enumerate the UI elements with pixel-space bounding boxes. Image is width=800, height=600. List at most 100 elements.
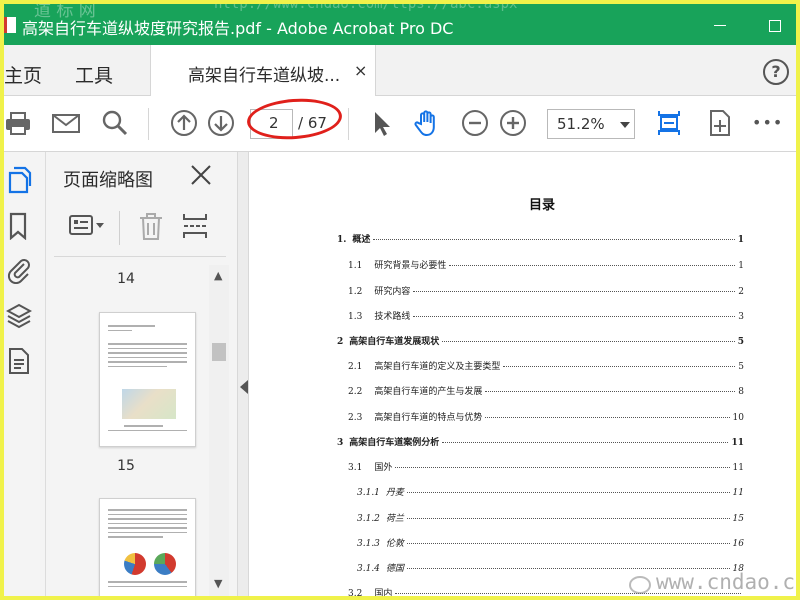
toc-entry[interactable]: 2.2 高架自行车道的产生与发展 8: [348, 384, 744, 397]
insert-page-icon[interactable]: [180, 212, 210, 240]
toc-entry[interactable]: 1.3 技术路线 3: [348, 309, 744, 322]
fit-page-icon[interactable]: [654, 108, 684, 138]
toc-entry-page: 5: [738, 362, 744, 372]
zoom-out-icon[interactable]: [460, 108, 490, 138]
tab-bar: 主页 工具 高架自行车道纵坡... × ?: [4, 45, 796, 96]
toc-entry-number: 3.2: [348, 589, 363, 596]
toc-entry[interactable]: 1.1 研究背景与必要性 1: [348, 258, 744, 271]
toc-leader-dots: [406, 492, 730, 493]
select-arrow-icon[interactable]: [366, 108, 396, 138]
toc-entry-text: 高架自行车道的产生与发展: [374, 387, 483, 397]
previous-page-icon[interactable]: [169, 108, 199, 138]
toc-entry-text: 国内: [374, 589, 393, 596]
scroll-mode-icon[interactable]: [704, 108, 734, 138]
toc-entry-text: 技术路线: [374, 312, 411, 322]
toc-entry-number: 3.1: [348, 463, 363, 473]
acrobat-app-icon: [4, 17, 16, 33]
help-icon[interactable]: ?: [763, 59, 789, 85]
more-icon[interactable]: •••: [752, 113, 782, 143]
toc-entry-text: 高架自行车道的定义及主要类型: [374, 362, 501, 372]
toc-entry-text: 伦敦: [385, 539, 404, 549]
toc-entry-page: 11: [732, 463, 744, 473]
attachments-icon[interactable]: [6, 256, 32, 284]
toc-entry[interactable]: 3.1.2 荷兰 15: [357, 511, 744, 524]
tab-tools[interactable]: 工具: [75, 61, 113, 88]
toc-entry-number: 3.1.3: [357, 539, 380, 549]
layers-icon[interactable]: [6, 302, 32, 330]
close-panel-icon[interactable]: [189, 163, 213, 187]
scroll-down-icon[interactable]: ▼: [214, 577, 222, 590]
toc-entry[interactable]: 3.1.1 丹麦 11: [357, 485, 744, 498]
toc-entry-number: 1.: [337, 235, 347, 245]
tab-document[interactable]: 高架自行车道纵坡... ×: [150, 45, 376, 96]
collapse-panel-icon[interactable]: [240, 380, 248, 394]
thumbnail-page-label: 14: [117, 271, 135, 287]
print-icon[interactable]: [4, 108, 34, 138]
search-icon[interactable]: [100, 108, 130, 138]
toolbar: 2 / 67 51.2% •••: [4, 95, 796, 152]
toc-leader-dots: [442, 341, 735, 342]
title-bar: 道 标 网 http://www.cndao.com/ttps://abc.as…: [4, 4, 796, 45]
toc-entry-number: 3.1.1: [357, 488, 380, 498]
watermark-bottom: www.cndao.com: [656, 570, 796, 594]
toc-entry-page: 8: [738, 387, 744, 397]
scrollbar-thumb[interactable]: [212, 343, 226, 361]
minimize-icon[interactable]: [711, 16, 729, 34]
toc-entry[interactable]: 1.2 研究内容 2: [348, 284, 744, 297]
toc-leader-dots: [406, 518, 730, 519]
bookmarks-icon[interactable]: [6, 212, 32, 240]
thumbnail-scrollbar[interactable]: ▲ ▼: [209, 265, 229, 596]
hand-tool-icon[interactable]: [412, 108, 442, 138]
scroll-up-icon[interactable]: ▲: [214, 269, 222, 282]
toc-entry[interactable]: 2.3 高架自行车道的特点与优势 10: [348, 410, 744, 423]
toc-entry-number: 1.1: [348, 261, 363, 271]
document-info-icon[interactable]: [6, 347, 32, 375]
toc-entry-page: 5: [737, 337, 744, 347]
toc-entry-text: 德国: [385, 564, 404, 574]
close-tab-icon[interactable]: ×: [354, 61, 367, 80]
tab-home[interactable]: 主页: [4, 61, 42, 88]
toolbar-divider: [348, 108, 349, 140]
watermark-top-url: http://www.cndao.com/ttps://abc.aspx: [214, 4, 518, 12]
toc-leader-dots: [503, 366, 736, 367]
window-title: 高架自行车道纵坡度研究报告.pdf - Adobe Acrobat Pro DC: [22, 19, 454, 38]
next-page-icon[interactable]: [206, 108, 236, 138]
panel-splitter[interactable]: [237, 152, 249, 596]
toc-entry[interactable]: 2.1 高架自行车道的定义及主要类型 5: [348, 359, 744, 372]
delete-page-icon[interactable]: [136, 212, 166, 240]
toc-entry[interactable]: 2 高架自行车道发展现状 5: [337, 334, 744, 347]
watermark-logo: [629, 576, 651, 594]
toc-entry-page: 11: [731, 438, 744, 448]
red-highlight-ellipse: [245, 95, 344, 143]
zoom-in-icon[interactable]: [498, 108, 528, 138]
toc-entry[interactable]: 1. 概述 1: [337, 232, 744, 245]
page-thumbnails-panel: 页面缩略图 14 15 ▲ ▼: [46, 152, 237, 596]
acrobat-window: 道 标 网 http://www.cndao.com/ttps://abc.as…: [4, 4, 796, 596]
toc-leader-dots: [449, 265, 736, 266]
toc-leader-dots: [373, 239, 735, 240]
toc-entry-page: 16: [732, 539, 744, 549]
toc-entry-number: 3.1.4: [357, 564, 380, 574]
document-view[interactable]: 目录 1. 概述 1 1.1 研究背景与必要性 1 1.2 研究内容 2 1.3 技术路线 3 2 高架自…: [249, 152, 796, 596]
thumbnail-page[interactable]: [99, 498, 196, 596]
toc-entry[interactable]: 3 高架自行车道案例分析 11: [337, 435, 744, 448]
toc-entry[interactable]: 3.1.3 伦敦 16: [357, 536, 744, 549]
thumbnail-map-figure: [122, 389, 176, 419]
toc-title: 目录: [528, 198, 555, 213]
panel-divider: [54, 256, 226, 257]
toc-entry-number: 2.1: [348, 362, 363, 372]
left-rail: [4, 152, 46, 596]
toc-leader-dots: [485, 391, 736, 392]
email-icon[interactable]: [51, 108, 81, 138]
toc-leader-dots: [395, 467, 730, 468]
toc-entry-text: 丹麦: [385, 488, 404, 498]
page-thumbnails-icon[interactable]: [6, 166, 32, 194]
thumbnail-pie-figure: [154, 553, 176, 575]
thumbnail-options-icon[interactable]: [68, 212, 106, 240]
toc-leader-dots: [442, 442, 729, 443]
maximize-icon[interactable]: [769, 20, 781, 32]
toc-entry[interactable]: 3.1 国外 11: [348, 460, 744, 473]
thumbnail-page[interactable]: [99, 312, 196, 447]
toc-entry-number: 3: [337, 438, 344, 448]
zoom-select[interactable]: 51.2%: [547, 109, 635, 139]
